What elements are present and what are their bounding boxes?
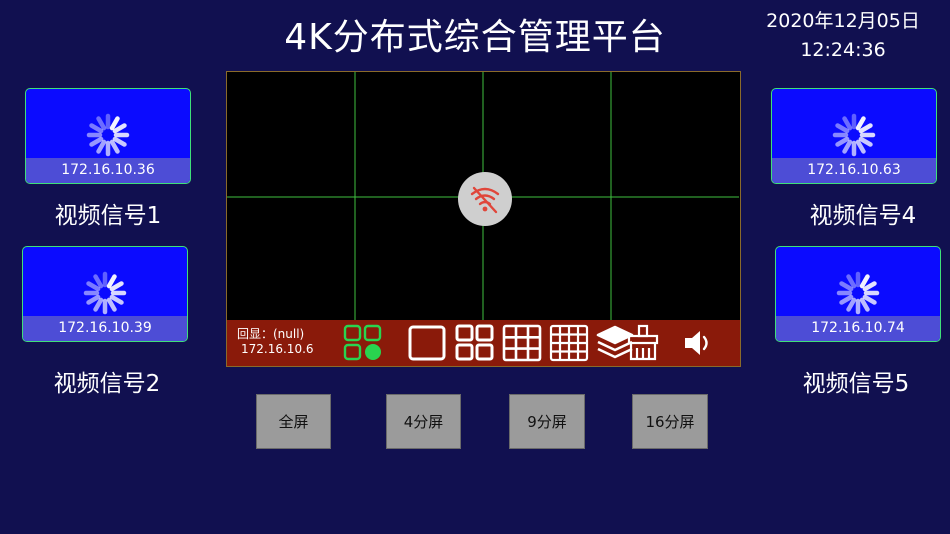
nine-split-icon[interactable]	[502, 324, 542, 362]
video-wall-preview[interactable]: 回显：(null) 172.16.10.6	[226, 71, 741, 367]
echo-label: 回显：(null)	[237, 327, 305, 341]
group-layout-icon[interactable]	[343, 324, 385, 362]
full-screen-icon[interactable]	[407, 324, 447, 362]
source-tile-1[interactable]: 172.16.10.36	[25, 88, 191, 184]
source-label: 视频信号4	[809, 203, 917, 229]
datetime: 2020年12月05日 12:24:36	[758, 7, 928, 65]
echo-ip: 172.16.10.6	[241, 342, 314, 356]
source-tile-2[interactable]: 172.16.10.39	[22, 246, 188, 342]
echo-info: 回显：(null) 172.16.10.6	[237, 327, 314, 357]
four-split-button[interactable]: 4分屏	[386, 394, 461, 449]
source-ip: 172.16.10.63	[772, 158, 936, 183]
sixteen-split-button[interactable]: 16分屏	[632, 394, 708, 449]
source-ip: 172.16.10.39	[23, 316, 187, 341]
speaker-icon[interactable]	[681, 324, 715, 362]
source-tile-4[interactable]: 172.16.10.63	[771, 88, 937, 184]
date-display: 2020年12月05日	[766, 10, 920, 32]
source-tile-5[interactable]: 172.16.10.74	[775, 246, 941, 342]
loading-spinner-icon	[832, 113, 876, 157]
wifi-off-icon	[470, 186, 500, 214]
sixteen-split-icon[interactable]	[549, 324, 589, 362]
source-label: 视频信号2	[53, 371, 161, 397]
source-ip: 172.16.10.36	[26, 158, 190, 183]
time-display: 12:24:36	[800, 39, 886, 61]
loading-spinner-icon	[86, 113, 130, 157]
source-label: 视频信号5	[802, 371, 910, 397]
clear-brush-icon[interactable]	[625, 324, 661, 362]
source-label: 视频信号1	[54, 203, 162, 229]
source-ip: 172.16.10.74	[776, 316, 940, 341]
full-screen-button[interactable]: 全屏	[256, 394, 331, 449]
loading-spinner-icon	[836, 271, 880, 315]
loading-spinner-icon	[83, 271, 127, 315]
monitor-toolbar: 回显：(null) 172.16.10.6	[227, 320, 740, 366]
nine-split-button[interactable]: 9分屏	[509, 394, 585, 449]
four-split-icon[interactable]	[455, 324, 495, 362]
network-status-button[interactable]	[458, 172, 512, 226]
